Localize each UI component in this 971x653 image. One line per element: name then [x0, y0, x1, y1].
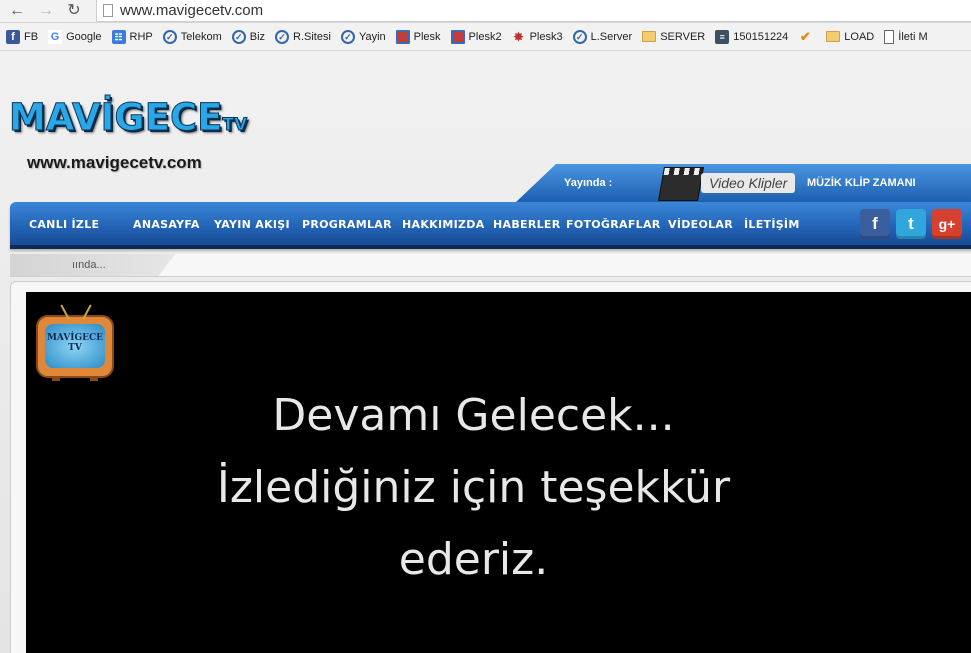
bookmark-biz[interactable]: ✓ Biz	[231, 29, 265, 44]
google-icon: G	[48, 29, 63, 44]
facebook-icon: f	[872, 214, 878, 233]
main-navigation: CANLI İZLE ANASAYFA YAYIN AKIŞI PROGRAML…	[10, 202, 971, 249]
bookmark-fb[interactable]: f FB	[6, 29, 38, 44]
site-logo[interactable]: MAVİGECETV	[8, 96, 247, 140]
plesk3-icon: ✸	[513, 29, 524, 44]
on-air-label: Yayında :	[564, 177, 613, 189]
on-air-strip: Yayında : Video Klipler MÜZİK KLİP ZAMAN…	[516, 164, 971, 202]
caption-line-3: ederiz.	[398, 534, 549, 585]
bookmark-150151224[interactable]: ≡ 150151224	[715, 29, 788, 44]
bookmark-lserver[interactable]: ✓ L.Server	[572, 29, 632, 44]
browser-toolbar: ← → ↻ www.mavigecetv.com	[0, 0, 971, 23]
antenna-left	[60, 304, 70, 320]
bookmark-server[interactable]: SERVER	[642, 31, 705, 43]
clapperboard-icon	[658, 167, 704, 201]
video-caption: Devamı Gelecek... İzlediğiniz için teşek…	[26, 380, 921, 596]
site-url-caption: www.mavigecetv.com	[27, 153, 202, 172]
folder-icon	[642, 31, 657, 42]
news-ticker: ıında...	[10, 254, 971, 277]
check-circle-icon: ✓	[340, 29, 355, 44]
bookmark-google[interactable]: G Google	[48, 29, 102, 44]
nav-yayin-akisi[interactable]: YAYIN AKIŞI	[214, 218, 290, 231]
nav-haberler[interactable]: HABERLER	[493, 218, 560, 231]
content-panel: MAVİGECE TV Devamı Gelecek... İzlediğiniz…	[10, 281, 971, 653]
nav-anasayfa[interactable]: ANASAYFA	[133, 218, 200, 231]
nav-hakkimizda[interactable]: HAKKIMIZDA	[402, 218, 485, 231]
tick-icon: ✔	[799, 28, 811, 44]
bookmark-rsitesi[interactable]: ✓ R.Sitesi	[275, 29, 331, 44]
nav-videolar[interactable]: VİDEOLAR	[668, 218, 733, 231]
bookmark-load[interactable]: LOAD	[826, 31, 874, 43]
bookmark-yayin[interactable]: ✓ Yayin	[340, 29, 386, 44]
bookmark-telekom[interactable]: ✓ Telekom	[162, 29, 222, 44]
bookmark-ileti[interactable]: İleti M	[884, 29, 928, 44]
reload-icon[interactable]: ↻	[64, 1, 84, 21]
plesk-icon	[395, 29, 410, 44]
tv-logo-icon: MAVİGECE TV	[36, 304, 114, 381]
bookmark-plesk[interactable]: Plesk	[395, 29, 441, 44]
plesk-icon	[450, 29, 465, 44]
check-circle-icon: ✓	[572, 29, 587, 44]
now-playing-badge: Video Klipler	[701, 173, 796, 193]
bookmark-rhp[interactable]: ☷ RHP	[111, 29, 153, 44]
url-text[interactable]: www.mavigecetv.com	[120, 2, 263, 19]
web-page: MAVİGECETV www.mavigecetv.com Yayında : …	[0, 51, 971, 653]
folder-icon	[826, 31, 841, 42]
twitter-icon: t	[908, 214, 914, 233]
check-circle-icon: ✓	[275, 29, 290, 44]
video-player[interactable]: MAVİGECE TV Devamı Gelecek... İzlediğiniz…	[26, 292, 971, 653]
caption-line-2: İzlediğiniz için teşekkür	[216, 462, 731, 513]
nav-fotograflar[interactable]: FOTOĞRAFLAR	[566, 218, 661, 231]
antenna-right	[82, 304, 92, 320]
nav-canli-izle[interactable]: CANLI İZLE	[29, 218, 99, 231]
forward-arrow-icon[interactable]: →	[36, 1, 56, 21]
check-circle-icon: ✓	[231, 29, 246, 44]
bookmarks-bar: f FB G Google ☷ RHP ✓ Telekom ✓ Biz ✓ R.Sitesi…	[0, 23, 971, 51]
ticker-text: ıında...	[72, 259, 106, 271]
googleplus-button[interactable]: g+	[932, 209, 962, 239]
bookmark-plesk2[interactable]: Plesk2	[450, 29, 502, 44]
check-circle-icon: ✓	[162, 29, 177, 44]
facebook-icon: f	[6, 29, 20, 44]
url-field[interactable]: www.mavigecetv.com	[96, 0, 971, 22]
bookmark-plesk3[interactable]: ✸ Plesk3	[512, 30, 563, 44]
facebook-button[interactable]: f	[860, 209, 890, 239]
page-icon	[103, 4, 113, 17]
caption-line-1: Devamı Gelecek...	[272, 390, 675, 441]
nav-iletisim[interactable]: İLETİŞİM	[744, 218, 800, 231]
nav-programlar[interactable]: PROGRAMLAR	[302, 218, 392, 231]
tv-logo-text: MAVİGECE TV	[46, 333, 104, 353]
googleplus-icon: g+	[938, 216, 956, 232]
now-playing-program: MÜZİK KLİP ZAMANI	[807, 177, 916, 189]
server-icon: ≡	[715, 29, 730, 44]
bookmark-tick[interactable]: ✔	[798, 28, 816, 44]
rhp-icon: ☷	[111, 29, 126, 44]
back-arrow-icon[interactable]: ←	[7, 1, 27, 21]
document-icon	[884, 29, 895, 44]
tv-screen: MAVİGECE TV	[45, 324, 105, 368]
twitter-button[interactable]: t	[896, 209, 926, 239]
